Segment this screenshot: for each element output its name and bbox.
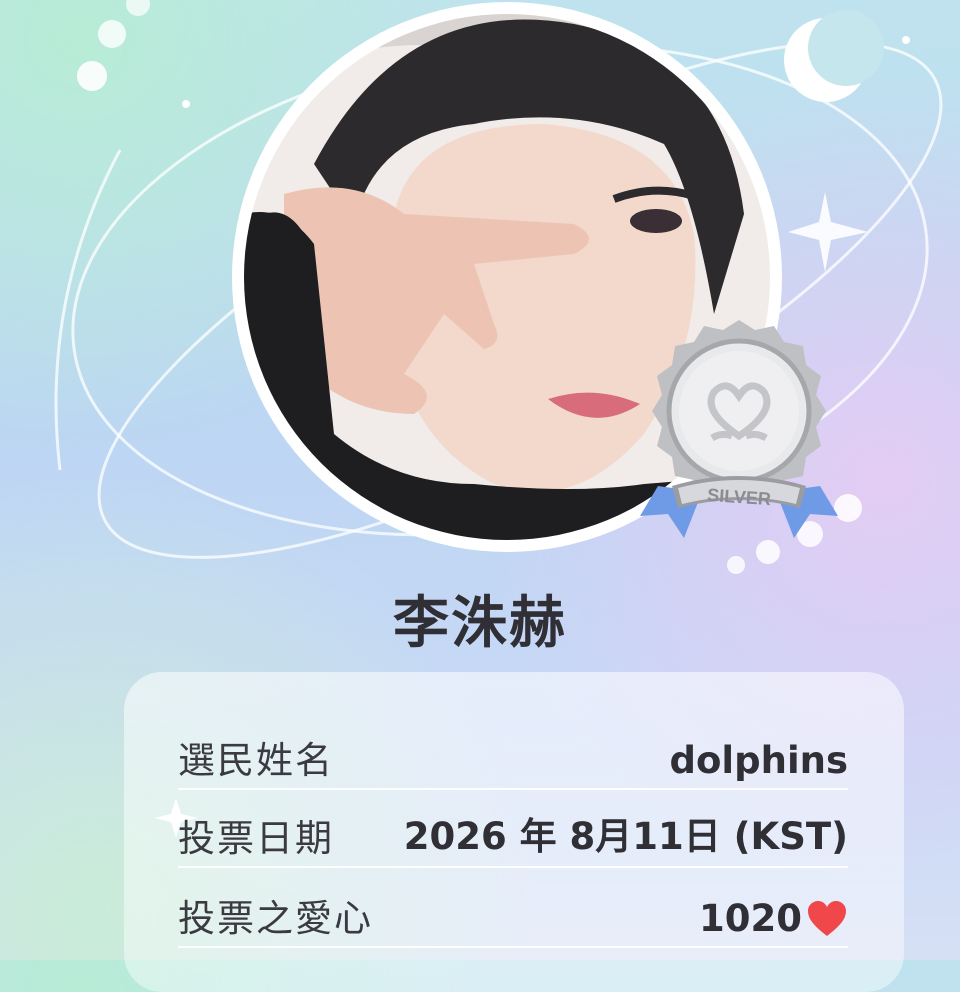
vote-date-label: 投票日期 <box>178 817 334 860</box>
vote-hearts-count: 1020 <box>699 897 802 940</box>
voter-name-row: 選民姓名 dolphins <box>178 728 848 790</box>
crescent-moon-icon <box>784 10 884 102</box>
badge-label: SILVER <box>707 485 772 509</box>
vote-date-value: 2026 年 8月11日 (KST) <box>403 815 848 858</box>
vote-date-row: 投票日期 2026 年 8月11日 (KST) <box>178 806 848 868</box>
vote-hearts-row: 投票之愛心 1020 <box>178 886 848 948</box>
vote-hearts-value-group: 1020 <box>699 897 848 940</box>
profile-name: 李洙赫 <box>393 591 567 656</box>
voter-name-label: 選民姓名 <box>178 739 334 782</box>
vote-hearts-label: 投票之愛心 <box>178 897 373 940</box>
heart-icon <box>808 900 846 936</box>
sparkle-icon <box>788 192 868 272</box>
silver-rank-badge: SILVER <box>640 320 838 538</box>
voter-name-value: dolphins <box>669 739 848 782</box>
